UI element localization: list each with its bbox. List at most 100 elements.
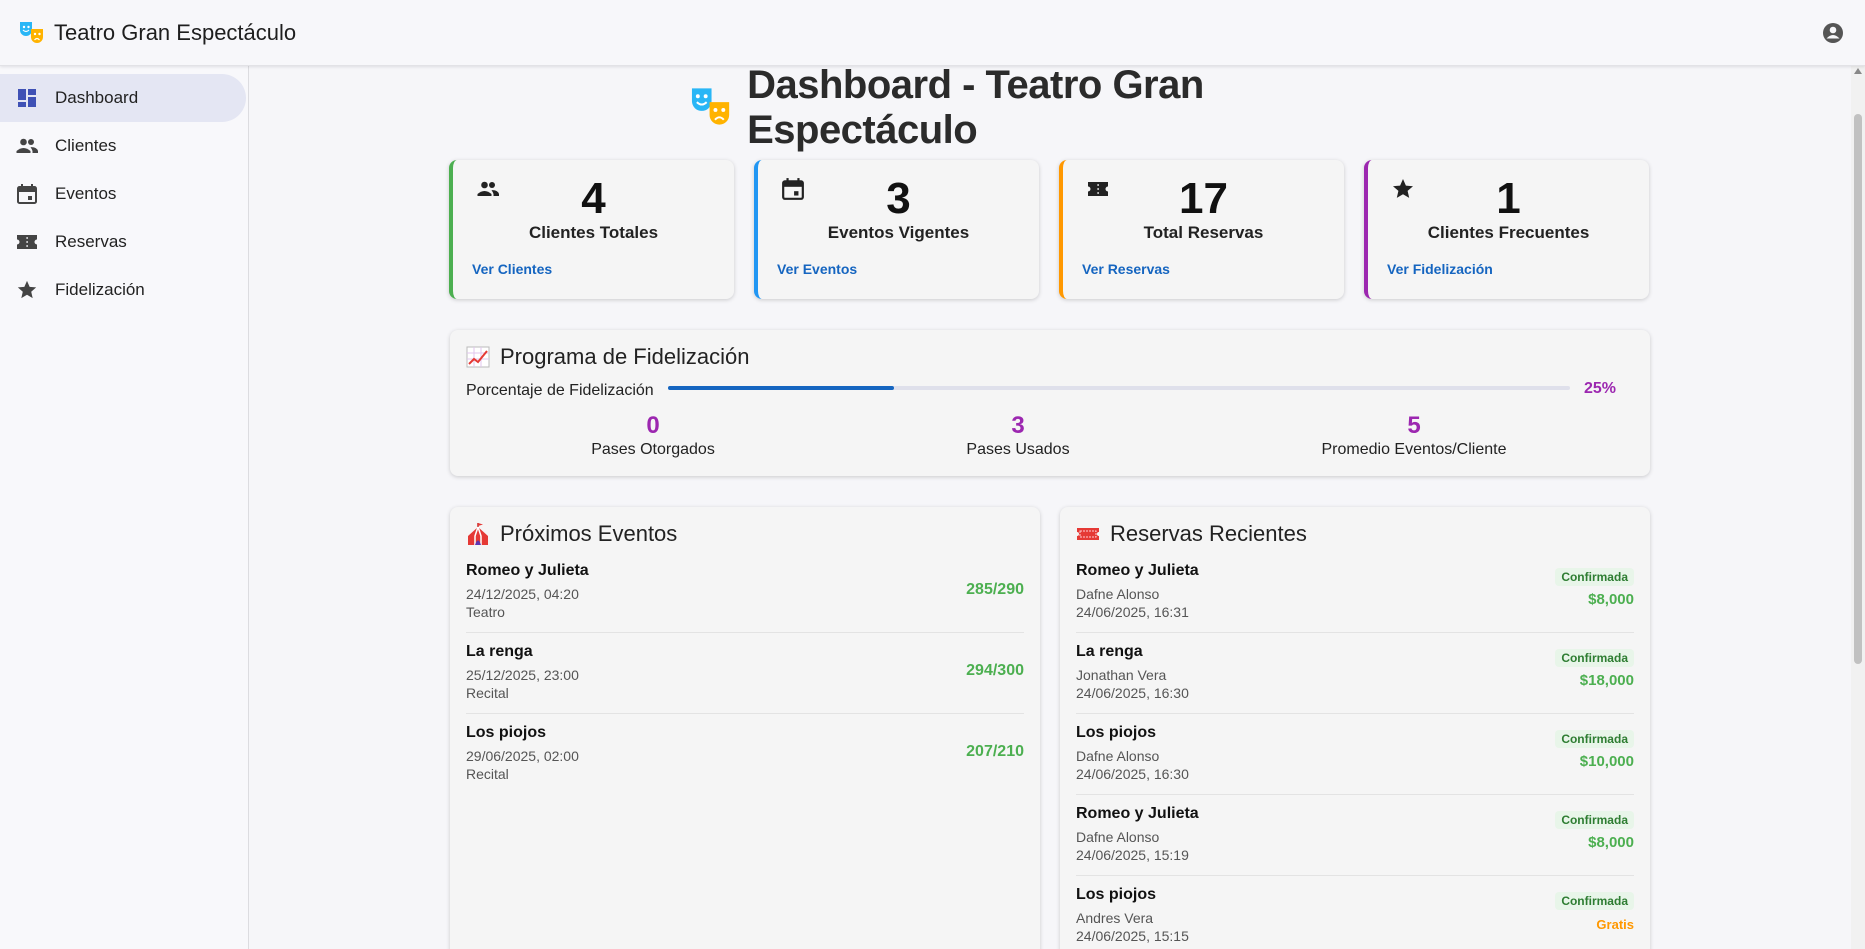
event-capacity: 207/210: [966, 743, 1024, 760]
event-capacity: 285/290: [966, 581, 1024, 598]
reserva-row[interactable]: Los piojos Andres Vera 24/06/2025, 15:15…: [1076, 876, 1634, 949]
ver-clientes-link[interactable]: Ver Clientes: [472, 261, 552, 277]
stat-value: 5: [1407, 412, 1421, 439]
stat-card-eventos: 3 Eventos Vigentes Ver Eventos: [754, 160, 1039, 299]
stat-label: Pases Usados: [966, 441, 1070, 458]
reserva-event: Romeo y Julieta: [1076, 562, 1199, 579]
fidelizacion-progress-bar: [668, 386, 1570, 390]
reserva-price: Gratis: [1596, 917, 1634, 932]
sidebar-item-dashboard[interactable]: Dashboard: [0, 74, 246, 122]
event-date: 24/12/2025, 04:20: [466, 586, 579, 602]
sidebar-item-label: Reservas: [55, 232, 127, 251]
pases-otorgados-stat: 0 Pases Otorgados: [503, 412, 803, 459]
sidebar-item-label: Eventos: [55, 184, 117, 203]
page-title-text: Dashboard - Teatro Gran Espectáculo: [747, 63, 1204, 152]
stat-value: 4: [581, 174, 606, 223]
ver-eventos-link[interactable]: Ver Eventos: [777, 261, 857, 277]
app-bar: Teatro Gran Espectáculo: [0, 0, 1865, 66]
reserva-client: Dafne Alonso: [1076, 586, 1160, 602]
calendar-icon: [15, 182, 39, 206]
reserva-client: Andres Vera: [1076, 910, 1154, 926]
reserva-row[interactable]: La renga Jonathan Vera 24/06/2025, 16:30…: [1076, 633, 1634, 714]
page-scrollbar[interactable]: [1851, 66, 1865, 949]
event-date: 29/06/2025, 02:00: [466, 748, 579, 764]
event-row[interactable]: Los piojos 29/06/2025, 02:00 Recital 207…: [466, 714, 1024, 795]
stat-label: Clientes Totales: [528, 223, 659, 242]
page-title: Dashboard - Teatro Gran Espectáculo: [690, 63, 1430, 152]
status-badge: Confirmada: [1555, 649, 1634, 667]
reserva-date: 24/06/2025, 16:31: [1076, 604, 1189, 620]
reserva-date: 24/06/2025, 15:19: [1076, 847, 1189, 863]
event-name: Romeo y Julieta: [466, 562, 589, 579]
reserva-price: $18,000: [1579, 672, 1634, 689]
status-badge: Confirmada: [1555, 892, 1634, 910]
progress-percent: 25%: [1584, 380, 1617, 397]
stat-label: Eventos Vigentes: [827, 223, 970, 242]
status-badge: Confirmada: [1555, 568, 1634, 586]
reserva-client: Dafne Alonso: [1076, 829, 1160, 845]
stat-value: 1: [1496, 174, 1521, 223]
ticket-icon: [15, 230, 39, 254]
stat-card-frecuentes: 1 Clientes Frecuentes Ver Fidelización: [1364, 160, 1649, 299]
reserva-date: 24/06/2025, 15:15: [1076, 928, 1189, 944]
event-type: Recital: [466, 685, 509, 701]
sidebar-item-label: Dashboard: [55, 88, 139, 107]
reserva-event: Los piojos: [1076, 724, 1156, 741]
sidebar-item-fidelizacion[interactable]: Fidelización: [0, 266, 246, 314]
reserva-date: 24/06/2025, 16:30: [1076, 766, 1189, 782]
reserva-date: 24/06/2025, 16:30: [1076, 685, 1189, 701]
stat-label: Pases Otorgados: [591, 441, 715, 458]
reservas-recientes-panel: Reservas Recientes Romeo y Julieta Dafne…: [1060, 507, 1650, 949]
status-badge: Confirmada: [1555, 730, 1634, 748]
proximos-eventos-panel: Próximos Eventos Romeo y Julieta 24/12/2…: [450, 507, 1040, 949]
sidebar-item-reservas[interactable]: Reservas: [0, 218, 246, 266]
reservas-recientes-title: Reservas Recientes: [1076, 521, 1307, 547]
stat-label: Clientes Frecuentes: [1427, 223, 1590, 242]
stat-label: Promedio Eventos/Cliente: [1321, 441, 1507, 458]
stat-label: Total Reservas: [1143, 223, 1264, 242]
scroll-up-arrow-icon[interactable]: [1854, 68, 1862, 74]
ver-reservas-link[interactable]: Ver Reservas: [1082, 261, 1170, 277]
scrollbar-thumb[interactable]: [1854, 114, 1862, 664]
reservas-recientes-title-text: Reservas Recientes: [1110, 521, 1307, 546]
sidebar-item-clientes[interactable]: Clientes: [0, 122, 246, 170]
sidebar-item-eventos[interactable]: Eventos: [0, 170, 246, 218]
star-icon: [15, 278, 39, 302]
reserva-price: $8,000: [1588, 834, 1634, 851]
reserva-price: $10,000: [1579, 753, 1634, 770]
stat-card-reservas: 17 Total Reservas Ver Reservas: [1059, 160, 1344, 299]
reserva-event: Romeo y Julieta: [1076, 805, 1199, 822]
stat-card-clientes: 4 Clientes Totales Ver Clientes: [449, 160, 734, 299]
status-badge: Confirmada: [1555, 811, 1634, 829]
event-type: Teatro: [466, 604, 505, 620]
reserva-row[interactable]: Los piojos Dafne Alonso 24/06/2025, 16:3…: [1076, 714, 1634, 795]
sidebar-item-label: Fidelización: [55, 280, 145, 299]
reserva-row[interactable]: Romeo y Julieta Dafne Alonso 24/06/2025,…: [1076, 552, 1634, 633]
reserva-client: Dafne Alonso: [1076, 748, 1160, 764]
event-row[interactable]: Romeo y Julieta 24/12/2025, 04:20 Teatro…: [466, 552, 1024, 633]
stat-value: 0: [646, 412, 660, 439]
progress-fill: [668, 386, 894, 390]
event-date: 25/12/2025, 23:00: [466, 667, 579, 683]
ver-fidelizacion-link[interactable]: Ver Fidelización: [1387, 261, 1493, 277]
fidelizacion-title-text: Programa de Fidelización: [500, 344, 750, 369]
theater-masks-icon: [691, 88, 730, 125]
promedio-eventos-stat: 5 Promedio Eventos/Cliente: [1264, 412, 1564, 459]
progress-label: Porcentaje de Fidelización: [466, 382, 654, 399]
sidebar: Dashboard Clientes Eventos Reservas Fide…: [0, 66, 249, 949]
proximos-eventos-title: Próximos Eventos: [466, 521, 677, 547]
theater-masks-icon: [20, 21, 43, 43]
account-circle-icon[interactable]: [1821, 21, 1845, 45]
dashboard-icon: [15, 86, 39, 110]
reserva-event: Los piojos: [1076, 886, 1156, 903]
reserva-row[interactable]: Romeo y Julieta Dafne Alonso 24/06/2025,…: [1076, 795, 1634, 876]
fidelizacion-title: Programa de Fidelización: [466, 344, 749, 370]
event-type: Recital: [466, 766, 509, 782]
event-row[interactable]: La renga 25/12/2025, 23:00 Recital 294/3…: [466, 633, 1024, 714]
event-capacity: 294/300: [966, 662, 1024, 679]
stat-value: 17: [1179, 174, 1228, 223]
sidebar-item-label: Clientes: [55, 136, 117, 155]
reserva-price: $8,000: [1588, 591, 1634, 608]
people-icon: [15, 134, 39, 158]
stat-value: 3: [1011, 412, 1025, 439]
